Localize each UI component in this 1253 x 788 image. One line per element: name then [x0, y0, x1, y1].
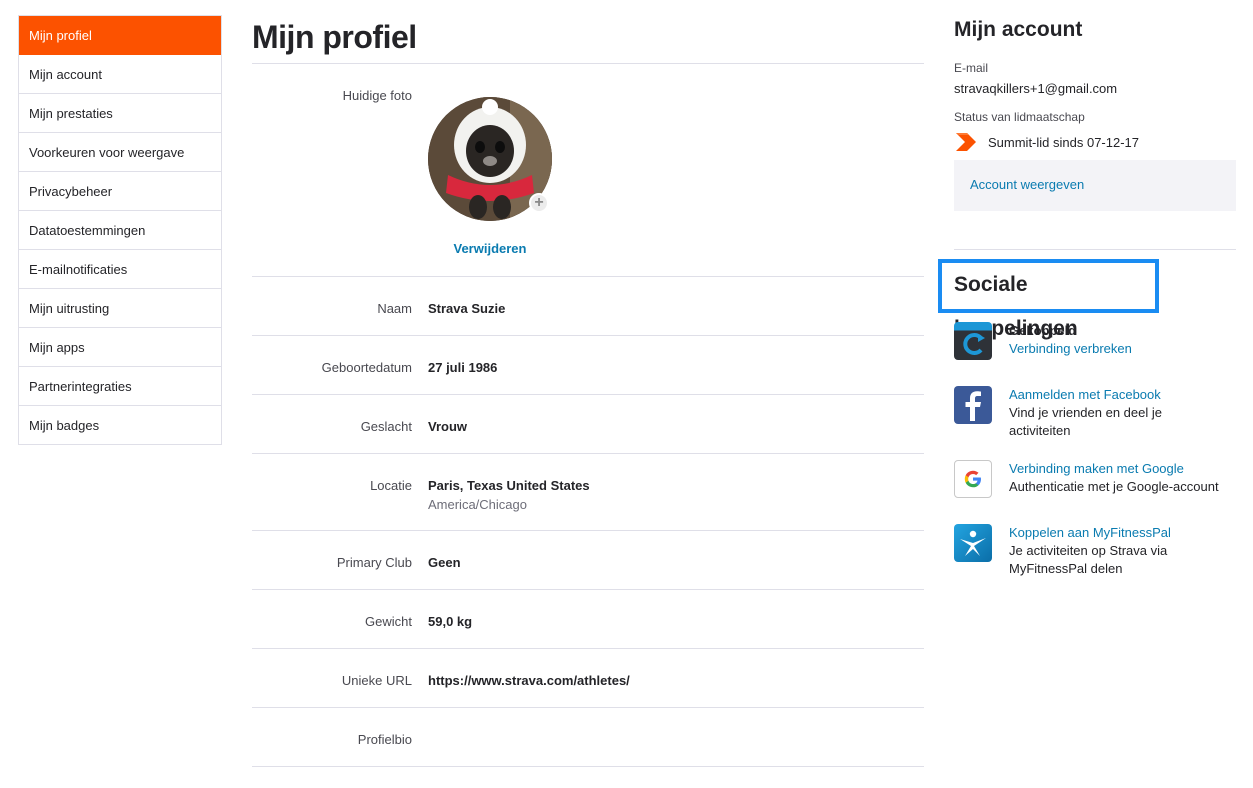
google-description: Authenticatie met je Google-account: [1009, 479, 1219, 494]
sidebar-item-badges[interactable]: Mijn badges: [19, 406, 221, 445]
myfitnesspal-description: Je activiteiten op Strava via MyFitnessP…: [1009, 543, 1168, 576]
sidebar-item-email-notificaties[interactable]: E-mailnotificaties: [19, 250, 221, 289]
location-value: Paris, Texas United States America/Chica…: [412, 454, 590, 530]
name-row: Naam Strava Suzie: [252, 277, 924, 336]
birthdate-label: Geboortedatum: [321, 360, 412, 375]
sidebar-item-mijn-prestaties[interactable]: Mijn prestaties: [19, 94, 221, 133]
settings-sidebar: Mijn profiel Mijn account Mijn prestatie…: [18, 15, 222, 445]
sidebar-item-weergave[interactable]: Voorkeuren voor weergave: [19, 133, 221, 172]
gender-value: Vrouw: [428, 419, 468, 434]
location-row: Locatie Paris, Texas United States Ameri…: [252, 454, 924, 531]
location-timezone: America/Chicago: [428, 497, 527, 512]
club-row: Primary Club Geen: [252, 531, 924, 590]
location-label: Locatie: [370, 478, 412, 493]
facebook-icon: [954, 386, 992, 424]
view-account-link[interactable]: Account weergeven: [954, 160, 1236, 211]
garmin-icon: [954, 322, 992, 360]
add-photo-icon[interactable]: +: [529, 193, 549, 213]
myfitnesspal-icon: [954, 524, 992, 562]
bio-label: Profielbio: [357, 732, 412, 747]
membership-status: Summit-lid sinds 07-12-17: [954, 132, 1236, 152]
email-value: stravaqkillers+1@gmail.com: [954, 81, 1118, 96]
google-icon: [954, 460, 992, 498]
birthdate-row: Geboortedatum 27 juli 1986: [252, 336, 924, 395]
email-label: E-mail: [954, 61, 989, 75]
name-value: Strava Suzie: [428, 301, 506, 316]
photo-label: Huidige foto: [342, 88, 412, 103]
url-row: Unieke URL https://www.strava.com/athlet…: [252, 649, 924, 708]
membership-status-text: Summit-lid sinds 07-12-17: [988, 134, 1140, 150]
club-label: Primary Club: [336, 555, 412, 570]
summit-chevron-icon: [956, 133, 976, 151]
facebook-login-link[interactable]: Aanmelden met Facebook: [1009, 386, 1189, 404]
social-item-facebook: Aanmelden met Facebook Vind je vrienden …: [954, 386, 1244, 440]
account-title: Mijn account: [954, 18, 1083, 41]
section-divider: [954, 249, 1236, 250]
weight-row: Gewicht 59,0 kg: [252, 590, 924, 649]
bio-row: Profielbio: [252, 708, 924, 767]
sidebar-item-privacy[interactable]: Privacybeheer: [19, 172, 221, 211]
gender-row: Geslacht Vrouw: [252, 395, 924, 454]
myfitnesspal-connect-link[interactable]: Koppelen aan MyFitnessPal: [1009, 524, 1209, 542]
club-value: Geen: [428, 555, 461, 570]
location-city: Paris, Texas United States: [428, 478, 590, 493]
profile-main: Mijn profiel Huidige foto Naam Strava Su…: [252, 15, 924, 767]
photo-row: Huidige foto: [252, 64, 924, 277]
birthdate-value: 27 juli 1986: [428, 360, 498, 375]
social-item-google: Verbinding maken met Google Authenticati…: [954, 460, 1244, 498]
garmin-disconnect-link[interactable]: Verbinding verbreken: [1009, 340, 1132, 358]
social-item-myfitnesspal: Koppelen aan MyFitnessPal Je activiteite…: [954, 524, 1244, 578]
social-links-title: Sociale koppelingen: [938, 259, 1159, 340]
sidebar-item-datatoestemmingen[interactable]: Datatoestemmingen: [19, 211, 221, 250]
url-label: Unieke URL: [341, 673, 412, 688]
google-connect-link[interactable]: Verbinding maken met Google: [1009, 460, 1219, 478]
garmin-status: Gekoppeld: [1009, 323, 1077, 338]
sidebar-item-mijn-profiel[interactable]: Mijn profiel: [19, 16, 221, 55]
facebook-description: Vind je vrienden en deel je activiteiten: [1009, 405, 1162, 438]
name-label: Naam: [377, 301, 412, 316]
url-value: https://www.strava.com/athletes/: [428, 673, 630, 688]
weight-value: 59,0 kg: [428, 614, 473, 629]
page-title: Mijn profiel: [252, 15, 924, 64]
sidebar-item-uitrusting[interactable]: Mijn uitrusting: [19, 289, 221, 328]
weight-label: Gewicht: [365, 614, 412, 629]
bio-value: [412, 708, 428, 766]
account-panel: Mijn account E-mail stravaqkillers+1@gma…: [954, 15, 1236, 211]
remove-photo-link[interactable]: Verwijderen: [428, 241, 552, 256]
gender-label: Geslacht: [360, 419, 412, 434]
sidebar-item-mijn-account[interactable]: Mijn account: [19, 55, 221, 94]
social-item-garmin: Gekoppeld Verbinding verbreken: [954, 322, 1244, 360]
sidebar-item-partnerintegraties[interactable]: Partnerintegraties: [19, 367, 221, 406]
membership-label: Status van lidmaatschap: [954, 110, 1085, 124]
sidebar-item-apps[interactable]: Mijn apps: [19, 328, 221, 367]
